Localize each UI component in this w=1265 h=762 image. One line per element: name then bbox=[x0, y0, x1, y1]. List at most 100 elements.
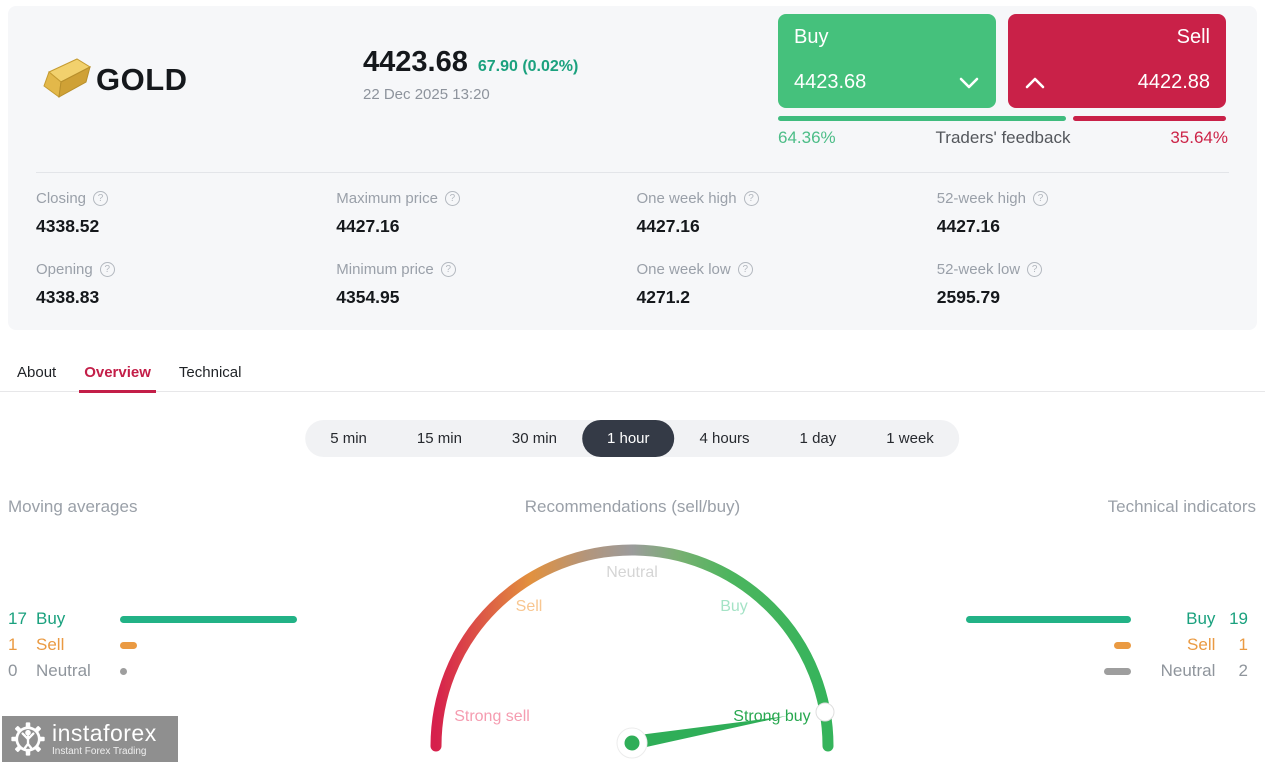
timeframe-1week[interactable]: 1 week bbox=[861, 420, 959, 457]
current-price: 4423.68 bbox=[363, 46, 468, 78]
watermark-tagline: Instant Forex Trading bbox=[52, 745, 147, 757]
tab-overview[interactable]: Overview bbox=[79, 355, 156, 393]
stat-one-week-low: One week low? 4271.2 bbox=[637, 261, 937, 308]
timeframe-selector: 5 min 15 min 30 min 1 hour 4 hours 1 day… bbox=[305, 420, 959, 457]
ti-neutral-bar bbox=[1103, 667, 1131, 675]
stat-value: 4338.52 bbox=[36, 216, 100, 236]
instaforex-gear-person-icon bbox=[11, 722, 45, 756]
stat-maximum-price: Maximum price? 4427.16 bbox=[336, 190, 636, 237]
ma-row-neutral: 0 Neutral bbox=[8, 658, 328, 684]
timeframe-1day[interactable]: 1 day bbox=[775, 420, 862, 457]
stat-value: 4427.16 bbox=[936, 216, 1001, 236]
traders-feedback-labels: 64.36% Traders' feedback 35.64% bbox=[778, 128, 1228, 148]
ti-buy-label: Buy bbox=[1186, 609, 1216, 628]
stats-grid: Closing? 4338.52 Opening? 4338.83 Maximu… bbox=[36, 190, 1237, 308]
stat-opening: Opening? 4338.83 bbox=[36, 261, 336, 308]
summary-card: GOLD 4423.68 67.90 (0.02%) 22 Dec 2025 1… bbox=[8, 6, 1257, 330]
sell-button[interactable]: Sell 4422.88 bbox=[1008, 14, 1226, 108]
instrument-name: GOLD bbox=[96, 62, 188, 97]
stat-label: Opening bbox=[36, 261, 93, 278]
ti-row-buy: Buy 19 bbox=[960, 606, 1248, 632]
stat-value: 2595.79 bbox=[936, 287, 1001, 307]
gauge-label-neutral: Neutral bbox=[606, 564, 658, 581]
technical-indicators-title: Technical indicators bbox=[1107, 497, 1256, 516]
timeframe-1hour[interactable]: 1 hour bbox=[581, 420, 675, 457]
stat-label: 52-week high bbox=[936, 190, 1026, 207]
stat-value: 4271.2 bbox=[636, 287, 691, 307]
stat-52-week-high: 52-week high? 4427.16 bbox=[937, 190, 1237, 237]
chevron-up-icon bbox=[1025, 77, 1045, 88]
ma-buy-count: 17 bbox=[8, 609, 27, 628]
stat-label: One week low bbox=[636, 261, 731, 278]
ma-sell-bar bbox=[120, 641, 137, 649]
ma-buy-bar bbox=[120, 615, 297, 623]
help-icon[interactable]: ? bbox=[440, 262, 456, 277]
stat-label: Closing bbox=[36, 190, 87, 207]
help-icon[interactable]: ? bbox=[99, 262, 115, 277]
ma-neutral-bar bbox=[120, 667, 127, 675]
help-icon[interactable]: ? bbox=[737, 262, 753, 277]
tab-technical[interactable]: Technical bbox=[174, 355, 247, 393]
technical-indicators-panel: Buy 19 Sell 1 Neutral 2 bbox=[960, 606, 1248, 684]
buy-button[interactable]: Buy 4423.68 bbox=[778, 14, 996, 108]
gold-bar-icon bbox=[43, 58, 92, 98]
ma-neutral-count: 0 bbox=[8, 661, 18, 680]
ti-sell-count: 1 bbox=[1238, 635, 1248, 654]
feedback-title: Traders' feedback bbox=[935, 128, 1071, 147]
gauge-hub-dot bbox=[624, 735, 640, 751]
stat-minimum-price: Minimum price? 4354.95 bbox=[336, 261, 636, 308]
buy-price: 4423.68 bbox=[794, 71, 867, 93]
buy-button-label: Buy bbox=[794, 26, 829, 48]
help-icon[interactable]: ? bbox=[1027, 262, 1043, 277]
tab-about[interactable]: About bbox=[12, 355, 61, 393]
recommendations-title: Recommendations (sell/buy) bbox=[524, 497, 741, 516]
timeframe-15min[interactable]: 15 min bbox=[392, 420, 487, 457]
instaforex-watermark: instaforex Instant Forex Trading bbox=[2, 716, 178, 762]
ma-row-sell: 1 Sell bbox=[8, 632, 328, 658]
ma-row-buy: 17 Buy bbox=[8, 606, 328, 632]
gauge-label-buy: Buy bbox=[720, 598, 748, 615]
ti-row-sell: Sell 1 bbox=[960, 632, 1248, 658]
feedback-sell-bar bbox=[1073, 116, 1226, 121]
help-icon[interactable]: ? bbox=[444, 191, 460, 206]
ti-buy-bar bbox=[965, 615, 1131, 623]
feedback-sell-percent: 35.64% bbox=[1170, 128, 1228, 147]
moving-averages-panel: 17 Buy 1 Sell 0 Neutral bbox=[8, 606, 328, 684]
card-divider bbox=[36, 172, 1229, 173]
stat-value: 4354.95 bbox=[336, 287, 400, 307]
stat-closing: Closing? 4338.52 bbox=[36, 190, 336, 237]
ti-sell-bar bbox=[1113, 641, 1131, 649]
section-tabs: About Overview Technical bbox=[0, 355, 1265, 393]
stat-label: 52-week low bbox=[936, 261, 1021, 278]
ti-sell-label: Sell bbox=[1187, 635, 1216, 654]
stat-value: 4338.83 bbox=[36, 287, 100, 307]
stat-label: Maximum price bbox=[336, 190, 438, 207]
ti-buy-count: 19 bbox=[1229, 609, 1248, 628]
stat-52-week-low: 52-week low? 2595.79 bbox=[937, 261, 1237, 308]
timeframe-30min[interactable]: 30 min bbox=[487, 420, 582, 457]
help-icon[interactable]: ? bbox=[93, 191, 109, 206]
help-icon[interactable]: ? bbox=[1032, 191, 1048, 206]
gauge-label-strong-buy: Strong buy bbox=[733, 708, 810, 725]
gauge-label-sell: Sell bbox=[516, 598, 543, 615]
quote-timestamp: 22 Dec 2025 13:20 bbox=[363, 86, 490, 103]
watermark-brand: instaforex bbox=[52, 719, 157, 746]
help-icon[interactable]: ? bbox=[743, 191, 759, 206]
ma-buy-label: Buy bbox=[36, 609, 66, 628]
stat-value: 4427.16 bbox=[636, 216, 700, 236]
ti-neutral-label: Neutral bbox=[1160, 661, 1216, 680]
traders-feedback-bar bbox=[778, 116, 1226, 121]
sell-price: 4422.88 bbox=[1137, 71, 1210, 93]
stat-value: 4427.16 bbox=[336, 216, 400, 236]
gauge-label-strong-sell: Strong sell bbox=[454, 708, 530, 725]
timeframe-5min[interactable]: 5 min bbox=[305, 420, 392, 457]
instrument-overview-page: GOLD 4423.68 67.90 (0.02%) 22 Dec 2025 1… bbox=[0, 0, 1265, 762]
price-block: 4423.68 67.90 (0.02%) 22 Dec 2025 13:20 bbox=[363, 46, 578, 103]
recommendations-gauge: Strong sell Sell Neutral Buy Strong buy bbox=[397, 520, 867, 762]
stat-label: One week high bbox=[636, 190, 737, 207]
feedback-buy-bar bbox=[778, 116, 1067, 121]
ma-sell-label: Sell bbox=[36, 635, 65, 654]
ti-neutral-count: 2 bbox=[1238, 661, 1248, 680]
ma-neutral-label: Neutral bbox=[36, 661, 91, 680]
timeframe-4hours[interactable]: 4 hours bbox=[675, 420, 775, 457]
